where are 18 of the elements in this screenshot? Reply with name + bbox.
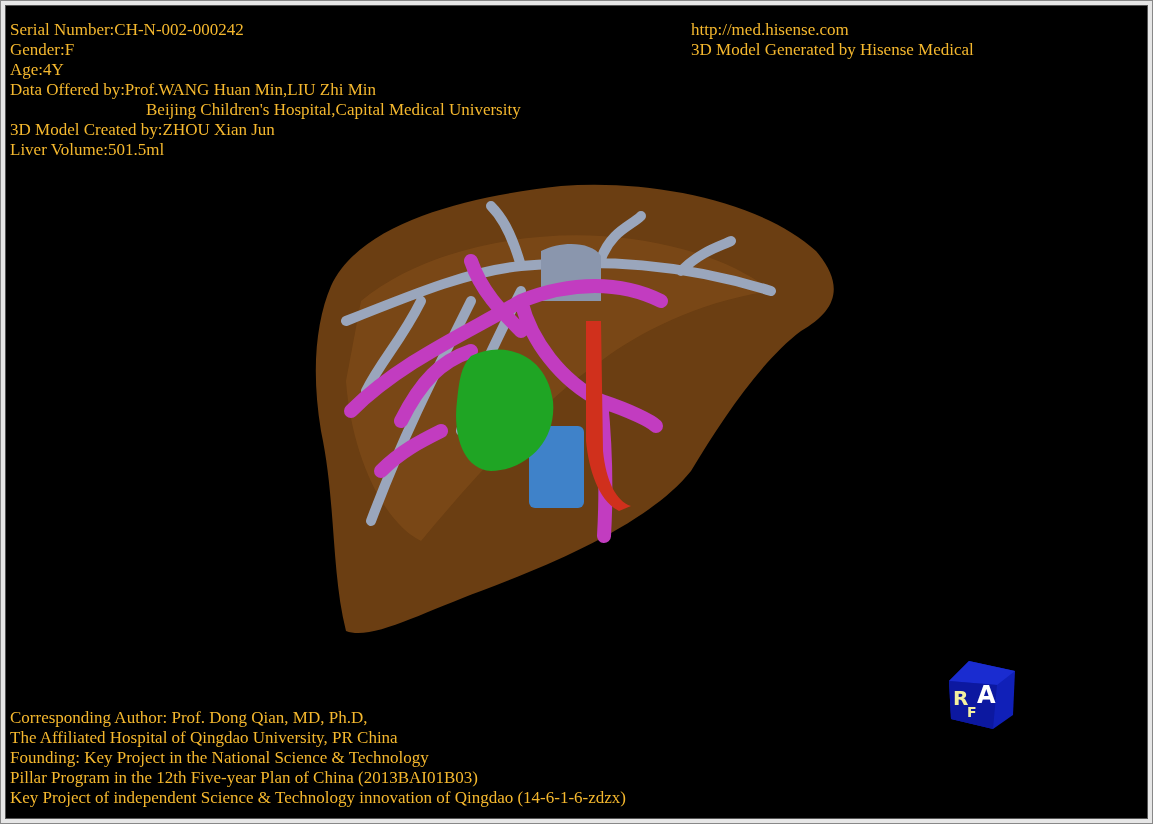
info-text: Liver Volume:501.5ml	[10, 140, 166, 160]
credit-text: The Affiliated Hospital of Qingdao University, PR China	[10, 728, 399, 748]
info-text: http://med.hisense.com	[691, 20, 850, 40]
credit-text: Founding: Key Project in the National Science & Technology	[10, 748, 430, 768]
info-text: Gender:F	[10, 40, 76, 60]
info-text: Beijing Children's Hospital,Capital Medical University	[145, 100, 521, 120]
credit-text: Corresponding Author: Prof. Dong Qian, MD, Ph.D,	[10, 708, 369, 728]
info-text: Serial Number:CH-N-002-000242	[10, 20, 245, 40]
info-text: 3D Model Generated by Hisense Medical	[691, 40, 974, 60]
info-text: Data Offered by:Prof.WANG Huan Min,LIU Zhi Min	[10, 80, 378, 100]
info-text: Age:4Y	[10, 60, 65, 80]
axis-label: R	[953, 686, 969, 710]
axis-label: F	[967, 704, 977, 720]
axis-label: A	[977, 681, 996, 709]
credit-text: Key Project of independent Science & Technology innovation of Qingdao (14-6-1-6-zdzx)	[10, 788, 626, 808]
3d-viewport[interactable]	[5, 5, 1148, 819]
credit-text: Pillar Program in the 12th Five-year Plan of China (2013BAI01B03)	[10, 768, 479, 788]
info-text: 3D Model Created by:ZHOU Xian Jun	[10, 120, 276, 140]
